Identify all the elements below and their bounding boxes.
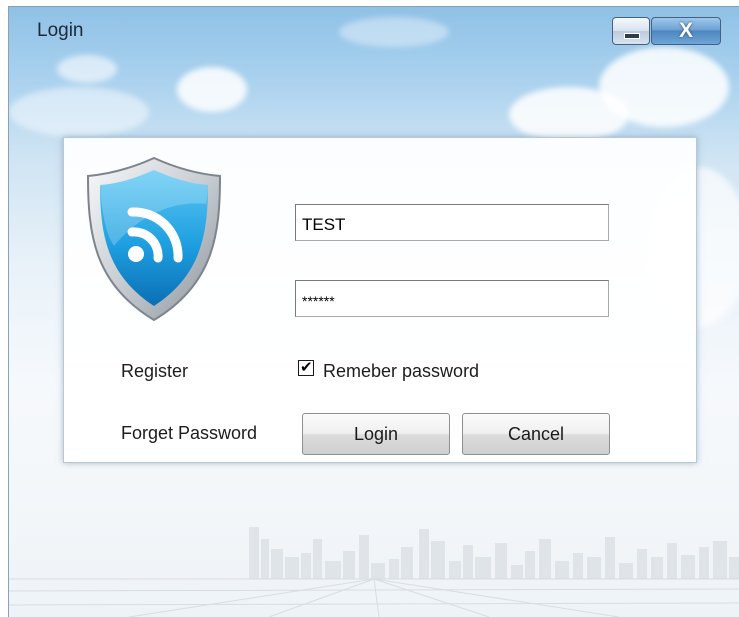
minimize-button[interactable] (612, 17, 650, 45)
close-button[interactable]: X (651, 17, 721, 45)
login-panel: Register ✔ Remeber password Forget Passw… (63, 137, 697, 463)
password-input[interactable] (295, 280, 609, 317)
remember-password-label[interactable]: Remeber password (323, 361, 479, 382)
close-icon: X (678, 19, 693, 42)
minimize-icon (624, 33, 640, 39)
checkmark-icon: ✔ (300, 359, 313, 376)
username-input[interactable] (295, 204, 609, 241)
forget-password-link[interactable]: Forget Password (121, 423, 257, 444)
background-cloud (177, 67, 247, 112)
login-button[interactable]: Login (302, 413, 450, 455)
city-skyline-background (9, 527, 739, 617)
shield-wifi-icon (86, 156, 222, 322)
background-cloud (9, 87, 149, 137)
background-cloud (57, 55, 117, 83)
window-title: Login (37, 20, 84, 41)
background-cloud (339, 17, 449, 47)
remember-password-checkbox[interactable]: ✔ (298, 359, 314, 376)
cancel-button[interactable]: Cancel (462, 413, 610, 455)
register-link[interactable]: Register (121, 361, 188, 382)
login-window: Login X TEST ****** Register ✔ Remeber p… (8, 6, 739, 617)
background-cloud (599, 47, 729, 127)
